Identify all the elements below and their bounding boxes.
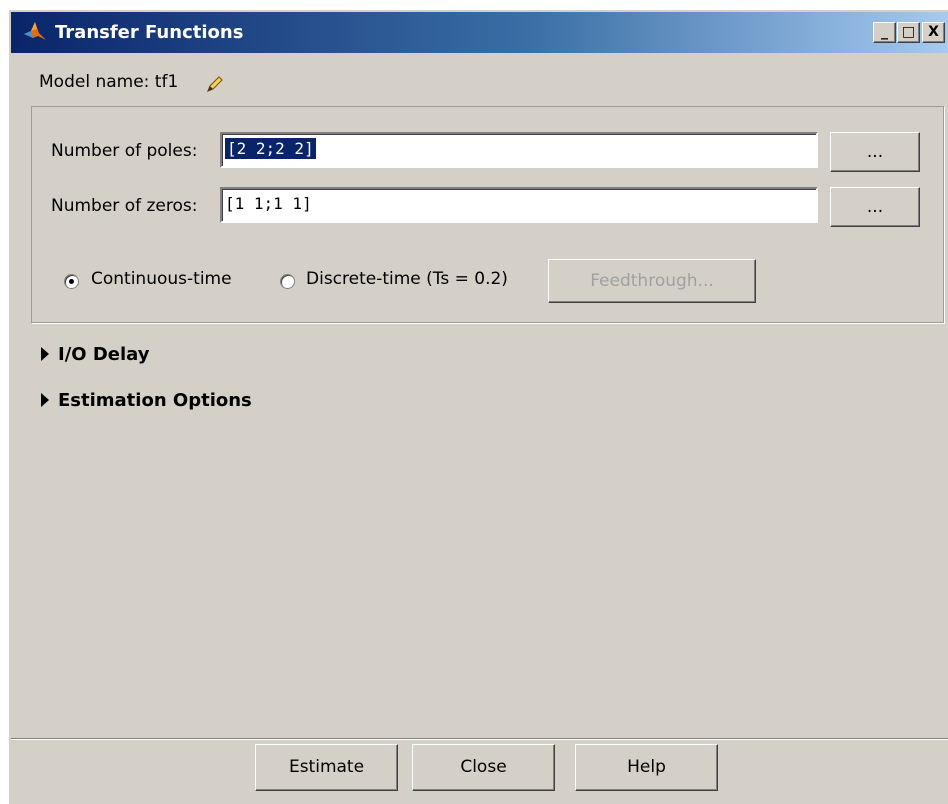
close-window-button[interactable]: X <box>922 22 945 43</box>
maximize-button[interactable]: □ <box>897 22 920 43</box>
discrete-time-radio[interactable] <box>280 274 295 289</box>
poles-value: [2 2;2 2] <box>225 138 316 159</box>
continuous-time-radio[interactable] <box>64 274 79 289</box>
window-title: Transfer Functions <box>55 22 244 43</box>
poles-label: Number of poles: <box>51 141 198 161</box>
feedthrough-button: Feedthrough... <box>548 259 756 303</box>
continuous-time-label[interactable]: Continuous-time <box>91 269 232 289</box>
zeros-browse-button[interactable]: ... <box>830 187 920 227</box>
close-button[interactable]: Close <box>412 744 555 791</box>
model-structure-panel: Number of poles: [2 2;2 2] ... Number of… <box>31 106 944 323</box>
radio-selected-dot <box>69 279 74 284</box>
model-name-label: Model name: tf1 <box>39 72 179 92</box>
title-bar[interactable]: Transfer Functions _ □ X <box>11 12 948 53</box>
poles-browse-button[interactable]: ... <box>830 132 920 172</box>
io-delay-section[interactable]: I/O Delay <box>41 344 150 365</box>
estimation-options-label: Estimation Options <box>58 390 252 411</box>
expand-arrow-icon <box>41 393 49 407</box>
transfer-functions-window: Transfer Functions _ □ X Model name: tf1… <box>7 8 948 804</box>
estimate-button[interactable]: Estimate <box>255 744 398 791</box>
io-delay-label: I/O Delay <box>58 344 150 365</box>
estimation-options-section[interactable]: Estimation Options <box>41 390 252 411</box>
expand-arrow-icon <box>41 347 49 361</box>
minimize-button[interactable]: _ <box>873 22 896 43</box>
footer-divider <box>11 738 948 740</box>
pencil-icon[interactable] <box>205 74 225 94</box>
matlab-logo-icon <box>24 22 46 40</box>
zeros-label: Number of zeros: <box>51 196 198 216</box>
poles-input[interactable]: [2 2;2 2] <box>220 132 818 168</box>
discrete-time-label[interactable]: Discrete-time (Ts = 0.2) <box>306 269 508 289</box>
zeros-input[interactable]: [1 1;1 1] <box>220 187 818 223</box>
help-button[interactable]: Help <box>575 744 718 791</box>
